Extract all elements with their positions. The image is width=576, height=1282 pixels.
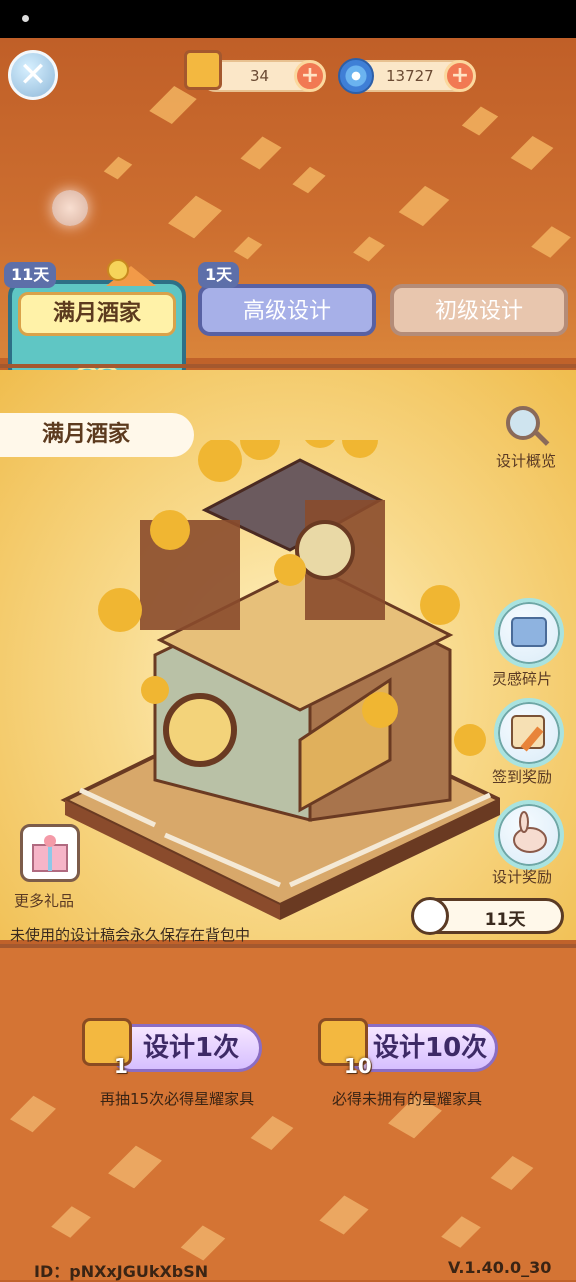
timer-text: 11天 <box>484 910 526 930</box>
app-version: V.1.40.0_30 <box>448 1258 552 1277</box>
moon-orb <box>52 190 88 226</box>
tab-days-badge: 1天 <box>198 262 240 288</box>
design-once-label: 设计1次 <box>143 1033 240 1063</box>
player-id: ID：pNXxJGUkXbSN <box>34 1262 209 1281</box>
add-scrolls-button[interactable]: + <box>294 60 326 92</box>
clock-icon <box>411 897 449 935</box>
backpack-hint: 未使用的设计稿会永久保存在背包中 <box>10 926 251 944</box>
design-overview-button[interactable]: 设计概览 <box>496 406 568 472</box>
gift-box-icon <box>20 824 80 882</box>
more-gifts-button[interactable]: 更多礼品 <box>12 824 88 912</box>
add-coins-button[interactable]: + <box>444 60 476 92</box>
close-button[interactable]: ✕ <box>8 50 58 100</box>
tab-basic-design[interactable]: 初级设计 <box>390 284 568 336</box>
blueprint-icon <box>511 617 547 647</box>
currency-coins: 13727 + <box>338 58 476 94</box>
close-icon: ✕ <box>18 55 48 95</box>
tab-days-badge: 11天 <box>4 262 57 288</box>
design-ten-note: 必得未拥有的星耀家具 <box>332 1090 483 1108</box>
tavern-building-illustration <box>60 440 500 920</box>
coin-count: 13727 <box>386 67 434 85</box>
design-ten-count: 10 <box>344 1054 372 1078</box>
lantern-decoration-icon <box>106 259 156 286</box>
checkin-reward-label: 签到奖励 <box>492 768 553 786</box>
swirl-coin-icon <box>338 58 374 94</box>
inspiration-fragments-button[interactable] <box>494 598 564 668</box>
divider <box>0 364 576 368</box>
status-bar <box>0 0 576 38</box>
more-gifts-label: 更多礼品 <box>14 892 75 910</box>
design-scroll-icon <box>184 50 222 90</box>
design-reward-button[interactable] <box>494 800 564 870</box>
checkin-reward-button[interactable] <box>494 698 564 768</box>
design-overview-label: 设计概览 <box>496 452 557 470</box>
inspiration-fragments-label: 灵感碎片 <box>492 670 553 688</box>
tab-advanced-design[interactable]: 高级设计 <box>198 284 376 336</box>
design-once-count: 1 <box>114 1054 128 1078</box>
design-once-note: 再抽15次必得星耀家具 <box>100 1090 255 1108</box>
currency-design-scrolls: 34 + <box>184 50 326 92</box>
design-ten-label: 设计10次 <box>373 1033 488 1063</box>
rabbit-icon <box>513 811 547 853</box>
calendar-pencil-icon <box>511 715 545 752</box>
design-reward-label: 设计奖励 <box>492 868 553 886</box>
bottom-panel <box>0 948 576 1280</box>
event-timer: 11天 <box>411 897 564 935</box>
design-scroll-count: 34 <box>250 67 270 85</box>
